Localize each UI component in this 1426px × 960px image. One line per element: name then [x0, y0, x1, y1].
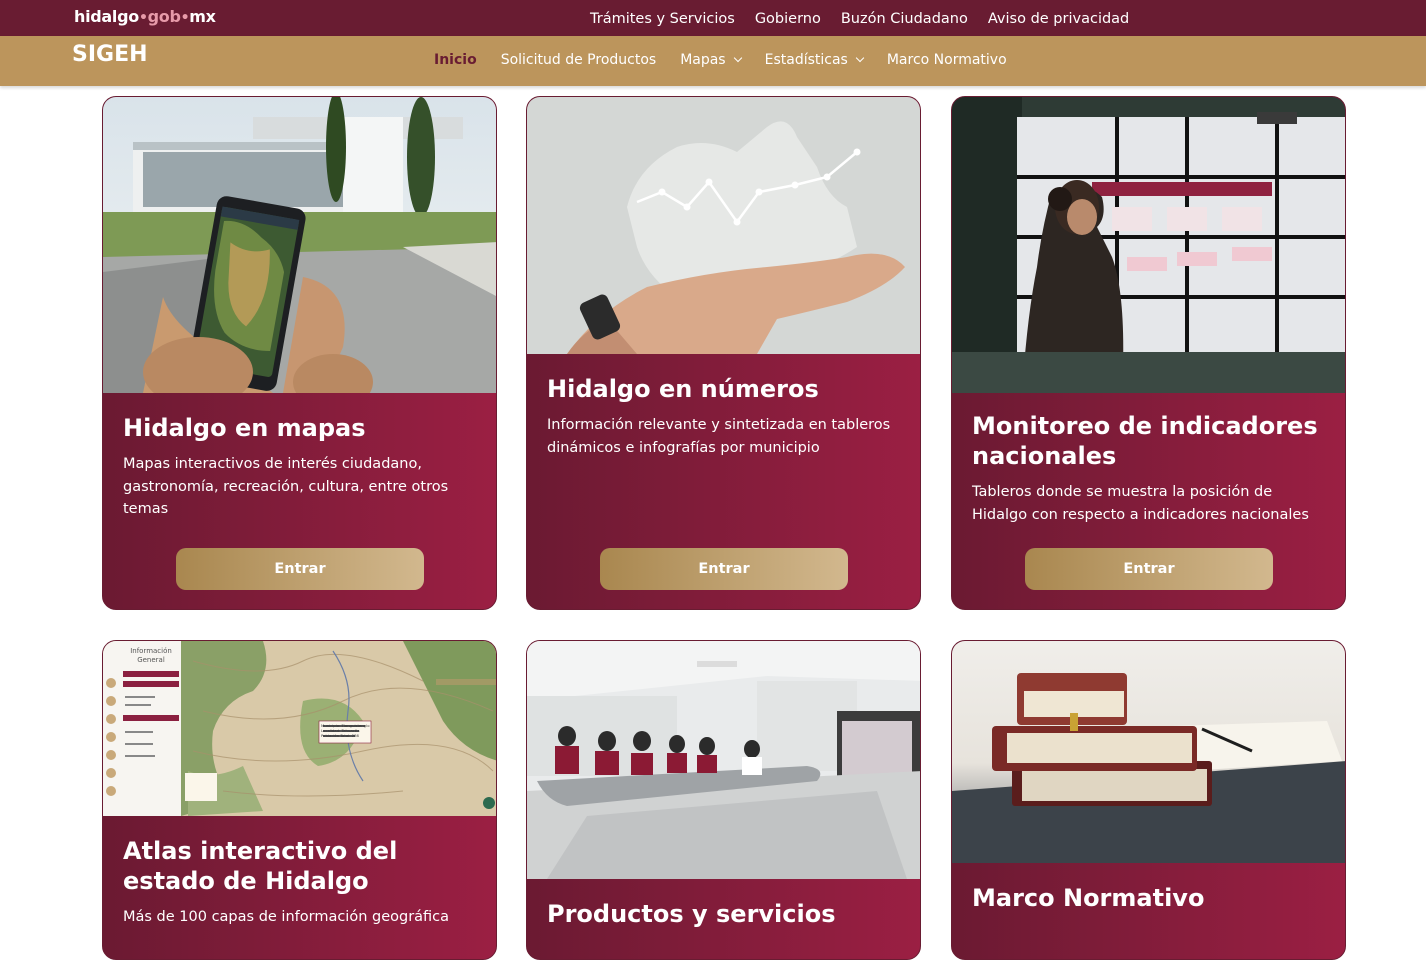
card-title: Marco Normativo: [972, 884, 1205, 912]
atlas-panel-title: Información General: [130, 647, 172, 664]
top-nav: Trámites y Servicios Gobierno Buzón Ciud…: [590, 11, 1149, 27]
atlas-tooltip-line: Población Total: 286: [321, 733, 359, 738]
card-monitoreo-indicadores: Monitoreo de indicadores nacionales Tabl…: [951, 96, 1346, 610]
site-logo[interactable]: hidalgo•gob•mx: [74, 7, 216, 26]
card-marco-normativo: Marco Normativo: [951, 640, 1346, 960]
books-photo: [952, 641, 1345, 863]
secondary-bar: SIGEH Inicio Solicitud de Productos Mapa…: [0, 36, 1426, 86]
logo-part-mx: mx: [189, 7, 216, 26]
card-title: Atlas interactivo del estado de Hidalgo: [123, 837, 398, 895]
meeting-room-photo: [527, 641, 920, 879]
nav-estadisticas-label: Estadísticas: [764, 52, 848, 68]
logo-part-hidalgo: hidalgo: [74, 7, 139, 26]
card-description: Más de 100 capas de información geográfi…: [123, 909, 450, 925]
nav-solicitud-label: Solicitud de Productos: [500, 52, 657, 68]
entrar-button[interactable]: Entrar: [600, 548, 848, 590]
atlas-map-screenshot: Información General Municipio: Tlanguist…: [103, 641, 496, 816]
main-nav: Inicio Solicitud de Productos Mapas Esta…: [434, 52, 1031, 68]
card-title: Productos y servicios: [547, 900, 836, 928]
top-link-buzon[interactable]: Buzón Ciudadano: [841, 11, 968, 27]
hand-chart-photo: [527, 97, 920, 354]
entrar-button[interactable]: Entrar: [176, 548, 424, 590]
card-title: Hidalgo en mapas: [123, 414, 366, 442]
card-hidalgo-numeros: Hidalgo en números Información relevante…: [526, 96, 921, 610]
nav-marco-label: Marco Normativo: [886, 52, 1007, 68]
nav-inicio[interactable]: Inicio: [434, 52, 477, 68]
site-title[interactable]: SIGEH: [72, 42, 148, 67]
card-description: Tableros donde se muestra la posición de…: [972, 484, 1309, 523]
nav-estadisticas[interactable]: Estadísticas: [764, 52, 865, 68]
nav-solicitud[interactable]: Solicitud de Productos: [501, 52, 656, 68]
top-link-privacidad[interactable]: Aviso de privacidad: [988, 11, 1129, 27]
card-description: Mapas interactivos de interés ciudadano,…: [123, 456, 449, 517]
card-productos-servicios: Productos y servicios: [526, 640, 921, 960]
nav-mapas-label: Mapas: [680, 52, 726, 68]
chevron-down-icon: [733, 53, 742, 63]
entrar-button[interactable]: Entrar: [1025, 548, 1273, 590]
card-atlas-interactivo: Información General Municipio: Tlanguist…: [102, 640, 497, 960]
card-title: Hidalgo en números: [547, 375, 819, 403]
nav-inicio-label: Inicio: [434, 52, 477, 68]
top-link-tramites[interactable]: Trámites y Servicios: [590, 11, 735, 27]
dashboard-wall-photo: [952, 97, 1345, 393]
nav-marco-normativo[interactable]: Marco Normativo: [887, 52, 1007, 68]
top-link-gobierno[interactable]: Gobierno: [755, 11, 821, 27]
nav-mapas[interactable]: Mapas: [680, 52, 742, 68]
card-hidalgo-mapas: Hidalgo en mapas Mapas interactivos de i…: [102, 96, 497, 610]
card-description: Información relevante y sintetizada en t…: [547, 417, 891, 456]
atlas-tooltip: Municipio: Tlanguistenglo Localidad: Teh…: [321, 723, 371, 738]
phone-map-photo: [103, 97, 496, 393]
chevron-down-icon: [855, 53, 865, 63]
logo-part-gob: gob: [147, 7, 181, 26]
card-title: Monitoreo de indicadores nacionales: [972, 412, 1318, 470]
top-bar: hidalgo•gob•mx Trámites y Servicios Gobi…: [0, 0, 1426, 36]
